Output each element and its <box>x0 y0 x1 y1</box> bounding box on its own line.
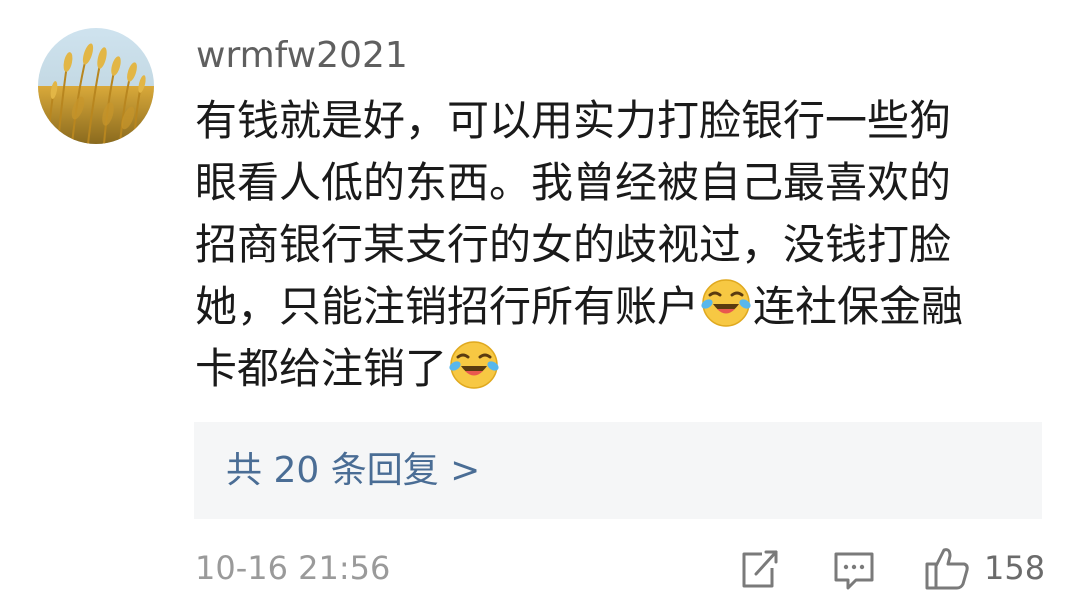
comment-text: 有钱就是好，可以用实力打脸银行一些狗 眼看人低的东西。我曾经被自己最喜欢的 招商… <box>195 90 1045 400</box>
comment-item: wrmfw2021 有钱就是好，可以用实力打脸银行一些狗 眼看人低的东西。我曾经… <box>0 0 1080 597</box>
username[interactable]: wrmfw2021 <box>196 34 408 78</box>
comment-text-line-with-emoji: 卡都给注销了 <box>195 338 1045 400</box>
comment-text-line-with-emoji: 她，只能注销招行所有账户 连社保金融 <box>195 276 1045 338</box>
replies-box[interactable]: 共 20 条回复 > <box>194 422 1042 519</box>
laughing-crying-emoji-icon <box>449 341 499 389</box>
timestamp: 10-16 21:56 <box>195 549 391 587</box>
like-count: 158 <box>984 549 1046 587</box>
laughing-crying-emoji-icon <box>701 279 751 327</box>
reply-icon[interactable] <box>832 544 876 592</box>
comment-text-segment: 卡都给注销了 <box>195 344 448 393</box>
comment-text-segment: 连社保金融 <box>753 282 964 331</box>
avatar[interactable] <box>38 28 154 144</box>
view-replies-link[interactable]: 共 20 条回复 > <box>226 449 480 493</box>
like-icon[interactable] <box>924 544 970 592</box>
comment-text-line: 招商银行某支行的女的歧视过，没钱打脸 <box>195 220 952 269</box>
share-icon[interactable] <box>738 544 780 592</box>
comment-text-line: 眼看人低的东西。我曾经被自己最喜欢的 <box>195 158 952 207</box>
comment-text-line: 有钱就是好，可以用实力打脸银行一些狗 <box>195 96 952 145</box>
comment-text-segment: 她，只能注销招行所有账户 <box>195 282 700 331</box>
